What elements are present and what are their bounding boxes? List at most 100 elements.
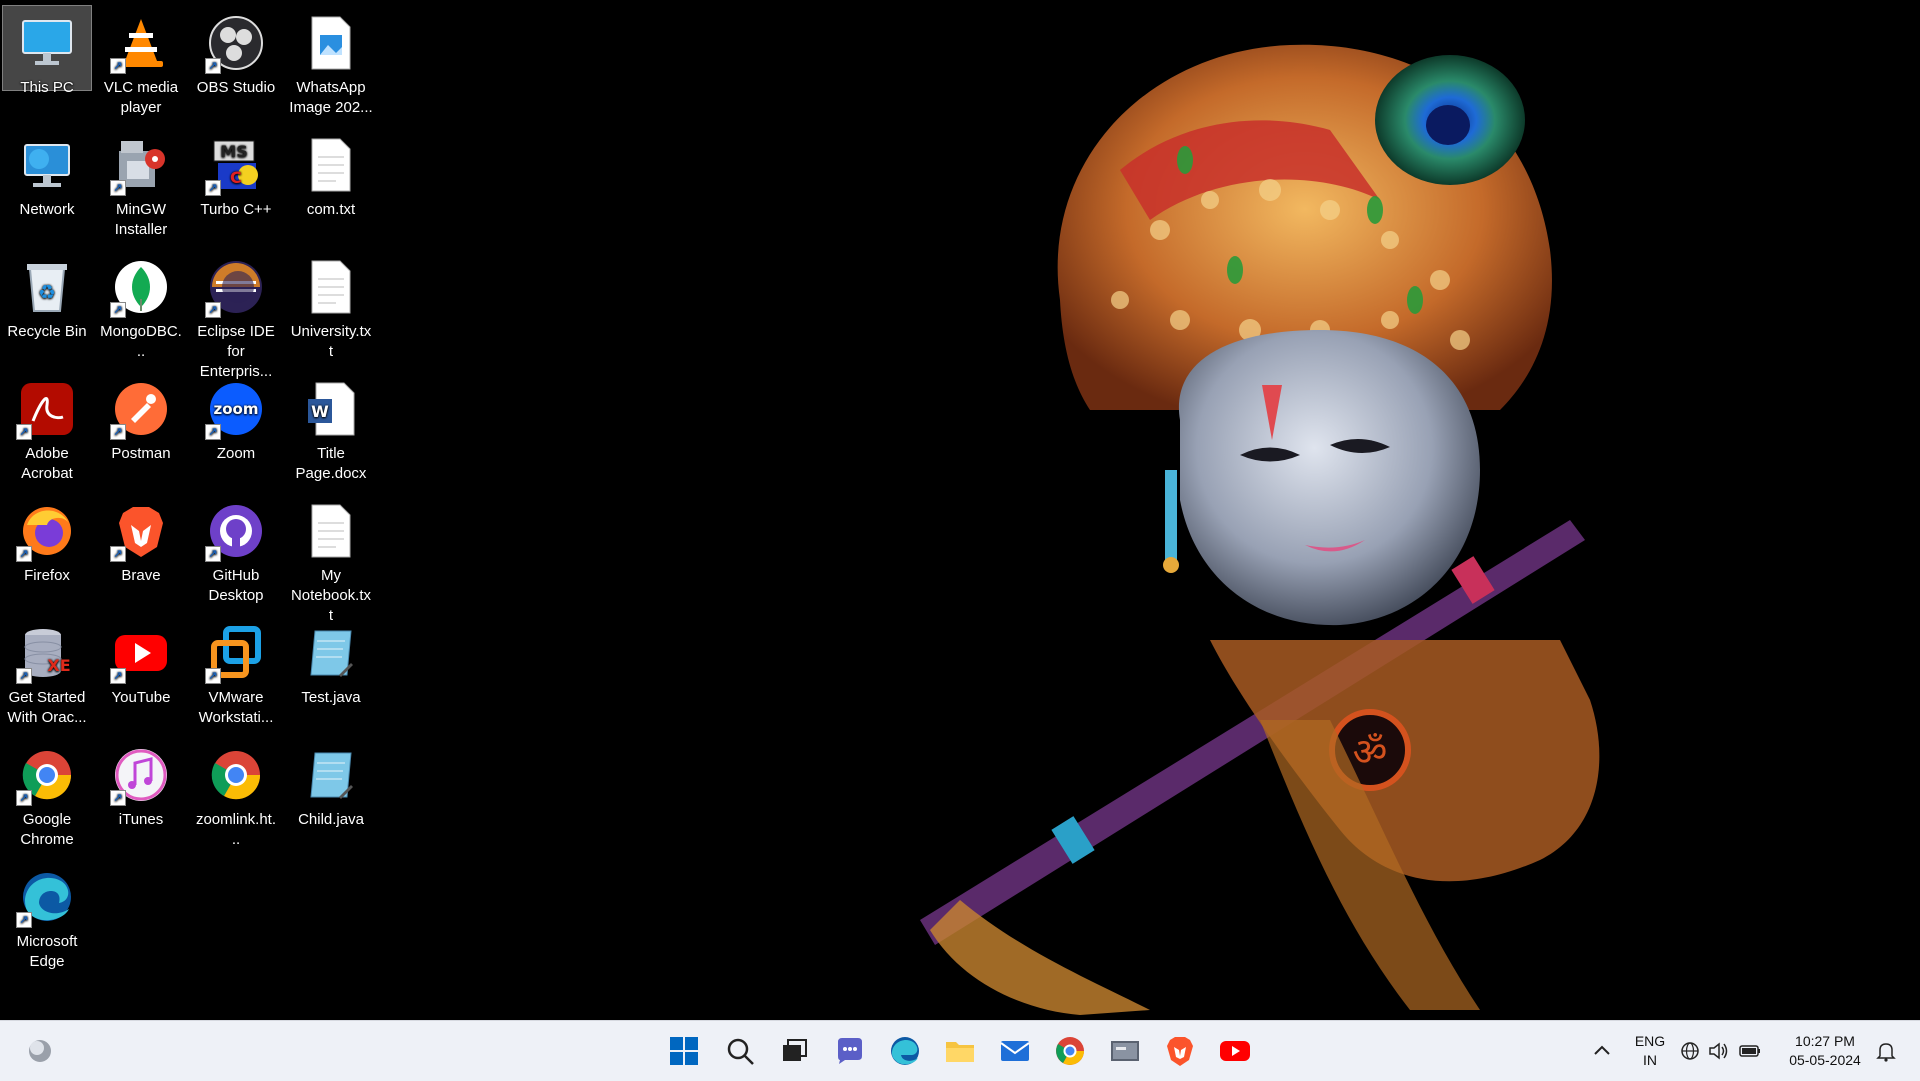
shortcut-arrow-icon: ↗ <box>205 424 221 440</box>
mongodb-leaf-icon: ↗ <box>110 256 172 318</box>
github-desktop-icon-item[interactable]: ↗ GitHub Desktop <box>192 494 280 606</box>
teams-chat-button[interactable] <box>830 1031 870 1071</box>
shortcut-arrow-icon: ↗ <box>205 58 221 74</box>
desktop-icon-label: Zoom <box>216 445 256 462</box>
vlc-icon-item[interactable]: ↗ VLC media player <box>97 6 185 118</box>
test-java-icon-item[interactable]: Test.java <box>287 616 375 708</box>
weather-widget-button[interactable] <box>20 1031 60 1071</box>
mingw-installer-icon-item[interactable]: ↗ MinGW Installer <box>97 128 185 240</box>
svg-text:C: C <box>230 168 242 187</box>
youtube-icon-item[interactable]: ↗ YouTube <box>97 616 185 708</box>
brave-icon-item[interactable]: ↗ Brave <box>97 494 185 586</box>
desktop-icon-label: WhatsApp Image 202... <box>289 79 373 116</box>
my-notebook-txt-icon-item[interactable]: My Notebook.txt <box>287 494 375 626</box>
brave-lion-icon <box>1167 1037 1193 1066</box>
obs-studio-icon-item[interactable]: ↗ OBS Studio <box>192 6 280 98</box>
shortcut-arrow-icon: ↗ <box>110 180 126 196</box>
zoomlink-html-icon-item[interactable]: zoomlink.ht... <box>192 738 280 850</box>
turbo-cpp-icon: MS C ↗ <box>205 134 267 196</box>
itunes-icon-item[interactable]: ↗ iTunes <box>97 738 185 830</box>
desktop-icon-label: com.txt <box>306 201 356 218</box>
search-icon <box>727 1038 754 1065</box>
recycle-bin-icon-item[interactable]: ♻ Recycle Bin <box>3 250 91 342</box>
chrome-icon: ↗ <box>16 744 78 806</box>
eclipse-icon-item[interactable]: ↗ Eclipse IDE for Enterpris... <box>192 250 280 382</box>
svg-text:XE: XE <box>47 656 70 675</box>
postman-icon: ↗ <box>110 378 172 440</box>
desktop-icon-label: Adobe Acrobat <box>21 445 73 482</box>
network-icon-item[interactable]: Network <box>3 128 91 220</box>
mail-icon <box>1000 1041 1030 1061</box>
monitor-icon <box>16 12 78 74</box>
desktop-icon-label: Microsoft Edge <box>16 933 78 970</box>
google-chrome-icon-item[interactable]: ↗ Google Chrome <box>3 738 91 850</box>
quick-settings-button[interactable] <box>1676 1031 1766 1071</box>
chrome-icon <box>1056 1037 1084 1065</box>
edge-icon: ↗ <box>16 866 78 928</box>
shortcut-arrow-icon: ↗ <box>110 546 126 562</box>
itunes-icon: ↗ <box>110 744 172 806</box>
desktop-icon-label: Recycle Bin <box>7 323 87 340</box>
database-icon: XE ↗ <box>16 622 78 684</box>
zoom-icon-item[interactable]: zoom ↗ Zoom <box>192 372 280 464</box>
notifications-button[interactable] <box>1866 1031 1906 1071</box>
search-button[interactable] <box>720 1031 760 1071</box>
chevron-up-icon <box>1594 1045 1610 1055</box>
desktop-icon-label: YouTube <box>111 689 171 706</box>
adobe-acrobat-icon-item[interactable]: ↗ Adobe Acrobat <box>3 372 91 484</box>
svg-text:MS: MS <box>220 142 247 161</box>
start-button[interactable] <box>664 1031 704 1071</box>
desktop-icon-label: University.txt <box>290 323 372 360</box>
folder-icon <box>946 1042 974 1062</box>
postman-icon-item[interactable]: ↗ Postman <box>97 372 185 464</box>
this-pc-icon-item[interactable]: This PC <box>2 5 92 96</box>
globe-network-icon <box>1681 1042 1699 1060</box>
sql-developer-button[interactable] <box>1105 1031 1145 1071</box>
shortcut-arrow-icon: ↗ <box>16 546 32 562</box>
svg-text:♻: ♻ <box>38 280 56 304</box>
firefox-icon-item[interactable]: ↗ Firefox <box>3 494 91 586</box>
task-view-button[interactable] <box>775 1031 815 1071</box>
com-txt-icon-item[interactable]: com.txt <box>287 128 375 220</box>
microsoft-edge-icon-item[interactable]: ↗ Microsoft Edge <box>3 860 91 972</box>
language-label: ENG <box>1634 1033 1666 1049</box>
obs-icon: ↗ <box>205 12 267 74</box>
turbo-cpp-icon-item[interactable]: MS C ↗ Turbo C++ <box>192 128 280 220</box>
text-file-icon <box>300 256 362 318</box>
file-explorer-button[interactable] <box>940 1031 980 1071</box>
child-java-icon-item[interactable]: Child.java <box>287 738 375 830</box>
region-label: IN <box>1643 1052 1657 1068</box>
chat-icon <box>838 1038 862 1064</box>
shortcut-arrow-icon: ↗ <box>110 790 126 806</box>
desktop-icon-label: VMware Workstati... <box>198 689 274 726</box>
desktop-icon-label: Turbo C++ <box>200 201 272 218</box>
oracle-xe-icon-item[interactable]: XE ↗ Get Started With Orac... <box>3 616 91 728</box>
desktop-icon-label: Title Page.docx <box>295 445 367 482</box>
whatsapp-image-icon-item[interactable]: WhatsApp Image 202... <box>287 6 375 118</box>
brave-lion-icon: ↗ <box>110 500 172 562</box>
shortcut-arrow-icon: ↗ <box>16 668 32 684</box>
title-page-docx-icon-item[interactable]: W Title Page.docx <box>287 372 375 484</box>
mail-button[interactable] <box>995 1031 1035 1071</box>
mongodb-compass-icon-item[interactable]: ↗ MongoDBC... <box>97 250 185 362</box>
task-view-icon <box>783 1039 807 1061</box>
desktop-icon-label: VLC media player <box>103 79 179 116</box>
brave-taskbar-button[interactable] <box>1160 1031 1200 1071</box>
input-language-indicator[interactable]: ENG IN <box>1622 1032 1678 1070</box>
clock-date-button[interactable]: 10:27 PM 05-05-2024 <box>1780 1032 1870 1070</box>
eclipse-icon: ↗ <box>205 256 267 318</box>
edge-taskbar-button[interactable] <box>885 1031 925 1071</box>
firefox-icon: ↗ <box>16 500 78 562</box>
show-hidden-icons-button[interactable] <box>1582 1031 1622 1071</box>
desktop-icon-label: Google Chrome <box>20 811 74 848</box>
university-txt-icon-item[interactable]: University.txt <box>287 250 375 362</box>
youtube-taskbar-button[interactable] <box>1215 1031 1255 1071</box>
text-file-icon <box>300 500 362 562</box>
network-icon <box>16 134 78 196</box>
desktop-icon-label: GitHub Desktop <box>208 567 264 604</box>
vmware-icon-item[interactable]: ↗ VMware Workstati... <box>192 616 280 728</box>
vmware-icon: ↗ <box>205 622 267 684</box>
svg-text:W: W <box>311 402 329 421</box>
desktop-icon-label: Network <box>19 201 75 218</box>
chrome-taskbar-button[interactable] <box>1050 1031 1090 1071</box>
